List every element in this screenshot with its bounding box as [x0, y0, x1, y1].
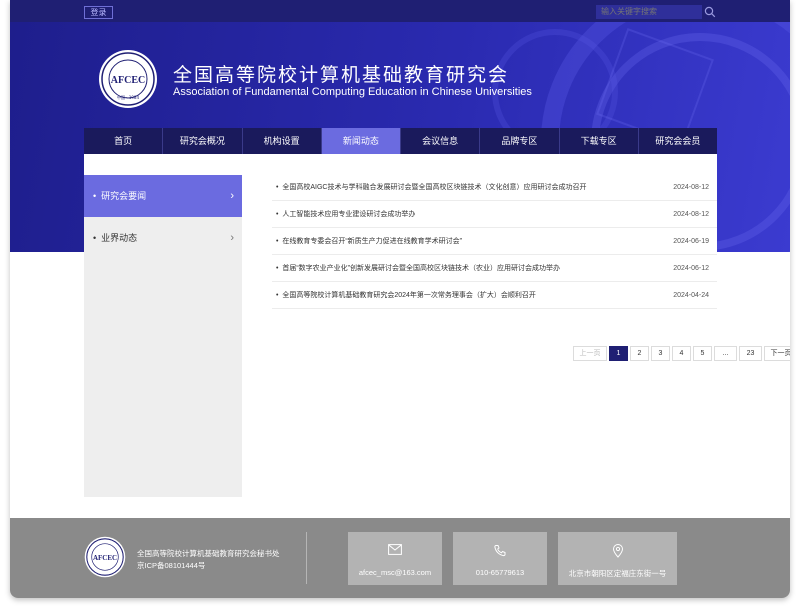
prev-page-button[interactable]: 上一页 [573, 346, 607, 361]
top-bar: 登录 [10, 0, 790, 22]
afcec-logo-icon: AFCEC [84, 536, 126, 578]
news-list: • 全国高校AIGC技术与学科融合发展研讨会暨全国高校区块链技术（文化创意）应用… [272, 174, 790, 361]
page-button[interactable]: 5 [693, 346, 712, 361]
page-button[interactable]: 2 [630, 346, 649, 361]
sidebar-item-news-highlights[interactable]: • 研究会要闻 › [84, 175, 242, 217]
page-ellipsis: ... [714, 346, 737, 361]
nav-about[interactable]: 研究会概况 [163, 128, 243, 154]
location-pin-icon [612, 544, 623, 558]
sidebar: • 研究会要闻 › • 业界动态 › [84, 175, 242, 497]
mail-icon [388, 544, 402, 555]
news-item[interactable]: • 在线教育专委会召开“新质生产力促进在线教育学术研讨会” 2024-06-19 [272, 228, 717, 255]
nav-news[interactable]: 新闻动态 [321, 128, 401, 154]
sidebar-item-industry-news[interactable]: • 业界动态 › [84, 217, 242, 259]
news-item[interactable]: • 全国高等院校计算机基础教育研究会2024年第一次常务理事会（扩大）会顺利召开… [272, 282, 717, 309]
chevron-right-icon: › [230, 232, 234, 244]
search-input[interactable] [596, 5, 702, 19]
news-title[interactable]: 在线教育专委会召开“新质生产力促进在线教育学术研讨会” [282, 238, 462, 245]
bullet: • [93, 233, 102, 243]
login-button[interactable]: 登录 [84, 6, 113, 19]
content-area: • 研究会要闻 › • 业界动态 › • 全国高校AIGC技术与学科融合发展研讨… [84, 154, 790, 497]
footer-address-box[interactable]: 北京市朝阳区定福庄东街一号 [558, 532, 677, 585]
nav-downloads[interactable]: 下载专区 [560, 128, 639, 154]
site-title-cn: 全国高等院校计算机基础教育研究会 [173, 65, 510, 86]
page-button[interactable]: 4 [672, 346, 691, 361]
news-item[interactable]: • 人工智能技术应用专业建设研讨会成功举办 2024-08-12 [272, 201, 717, 228]
nav-home[interactable]: 首页 [84, 128, 164, 154]
afcec-logo-icon: AFCEC 中国 · 1984 [99, 50, 157, 108]
bullet: • [93, 191, 102, 201]
news-date: 2024-06-19 [673, 238, 709, 245]
logo-text: AFCEC [111, 75, 145, 86]
news-title[interactable]: 全国高等院校计算机基础教育研究会2024年第一次常务理事会（扩大）会顺利召开 [282, 292, 536, 299]
search-icon[interactable] [704, 6, 716, 18]
pagination: 上一页 1 2 3 4 5 ... 23 下一页 [573, 346, 790, 361]
footer-email-box[interactable]: afcec_msc@163.com [348, 532, 442, 585]
page-button[interactable]: 1 [609, 346, 628, 361]
logo-text: AFCEC [93, 554, 117, 562]
footer-email[interactable]: afcec_msc@163.com [348, 568, 442, 577]
nav-conferences[interactable]: 会议信息 [401, 128, 481, 154]
footer-icp[interactable]: 京ICP备08101444号 [137, 560, 205, 571]
footer: AFCEC 全国高等院校计算机基础教育研究会秘书处 京ICP备08101444号… [10, 518, 790, 598]
news-title[interactable]: 首届“数字农业产业化”创新发展研讨会暨全国高校区块链技术（农业）应用研讨会成功举… [282, 265, 560, 272]
footer-phone-box[interactable]: 010-65779613 [453, 532, 547, 585]
sidebar-item-label: 业界动态 [101, 233, 138, 243]
news-date: 2024-04-24 [673, 292, 709, 299]
news-date: 2024-08-12 [673, 184, 709, 191]
nav-organization[interactable]: 机构设置 [243, 128, 322, 154]
news-item[interactable]: • 全国高校AIGC技术与学科融合发展研讨会暨全国高校区块链技术（文化创意）应用… [272, 174, 717, 201]
news-date: 2024-06-12 [673, 265, 709, 272]
footer-address: 北京市朝阳区定福庄东街一号 [568, 569, 667, 578]
news-item[interactable]: • 首届“数字农业产业化”创新发展研讨会暨全国高校区块链技术（农业）应用研讨会成… [272, 255, 717, 282]
news-date: 2024-08-12 [673, 211, 709, 218]
browser-frame: 登录 AFCEC 中国 · 1984 全国高等院校计算机基础教育研究会 Asso… [10, 0, 790, 598]
news-title[interactable]: 全国高校AIGC技术与学科融合发展研讨会暨全国高校区块链技术（文化创意）应用研讨… [282, 184, 586, 191]
sidebar-item-label: 研究会要闻 [101, 191, 147, 201]
footer-phone: 010-65779613 [475, 568, 525, 577]
site-title-en: Association of Fundamental Computing Edu… [173, 86, 532, 98]
chevron-right-icon: › [230, 190, 234, 202]
news-title[interactable]: 人工智能技术应用专业建设研讨会成功举办 [282, 211, 415, 218]
footer-org-name: 全国高等院校计算机基础教育研究会秘书处 [137, 549, 280, 558]
logo-year: 中国 · 1984 [117, 94, 139, 100]
page-button[interactable]: 23 [739, 346, 762, 361]
nav-members[interactable]: 研究会会员 [639, 128, 717, 154]
next-page-button[interactable]: 下一页 [764, 346, 790, 361]
main-nav: 首页 研究会概况 机构设置 新闻动态 会议信息 品牌专区 下载专区 研究会会员 [84, 128, 717, 154]
footer-divider [306, 532, 307, 584]
phone-icon [494, 545, 506, 557]
nav-brand[interactable]: 品牌专区 [480, 128, 560, 154]
page-button[interactable]: 3 [651, 346, 670, 361]
